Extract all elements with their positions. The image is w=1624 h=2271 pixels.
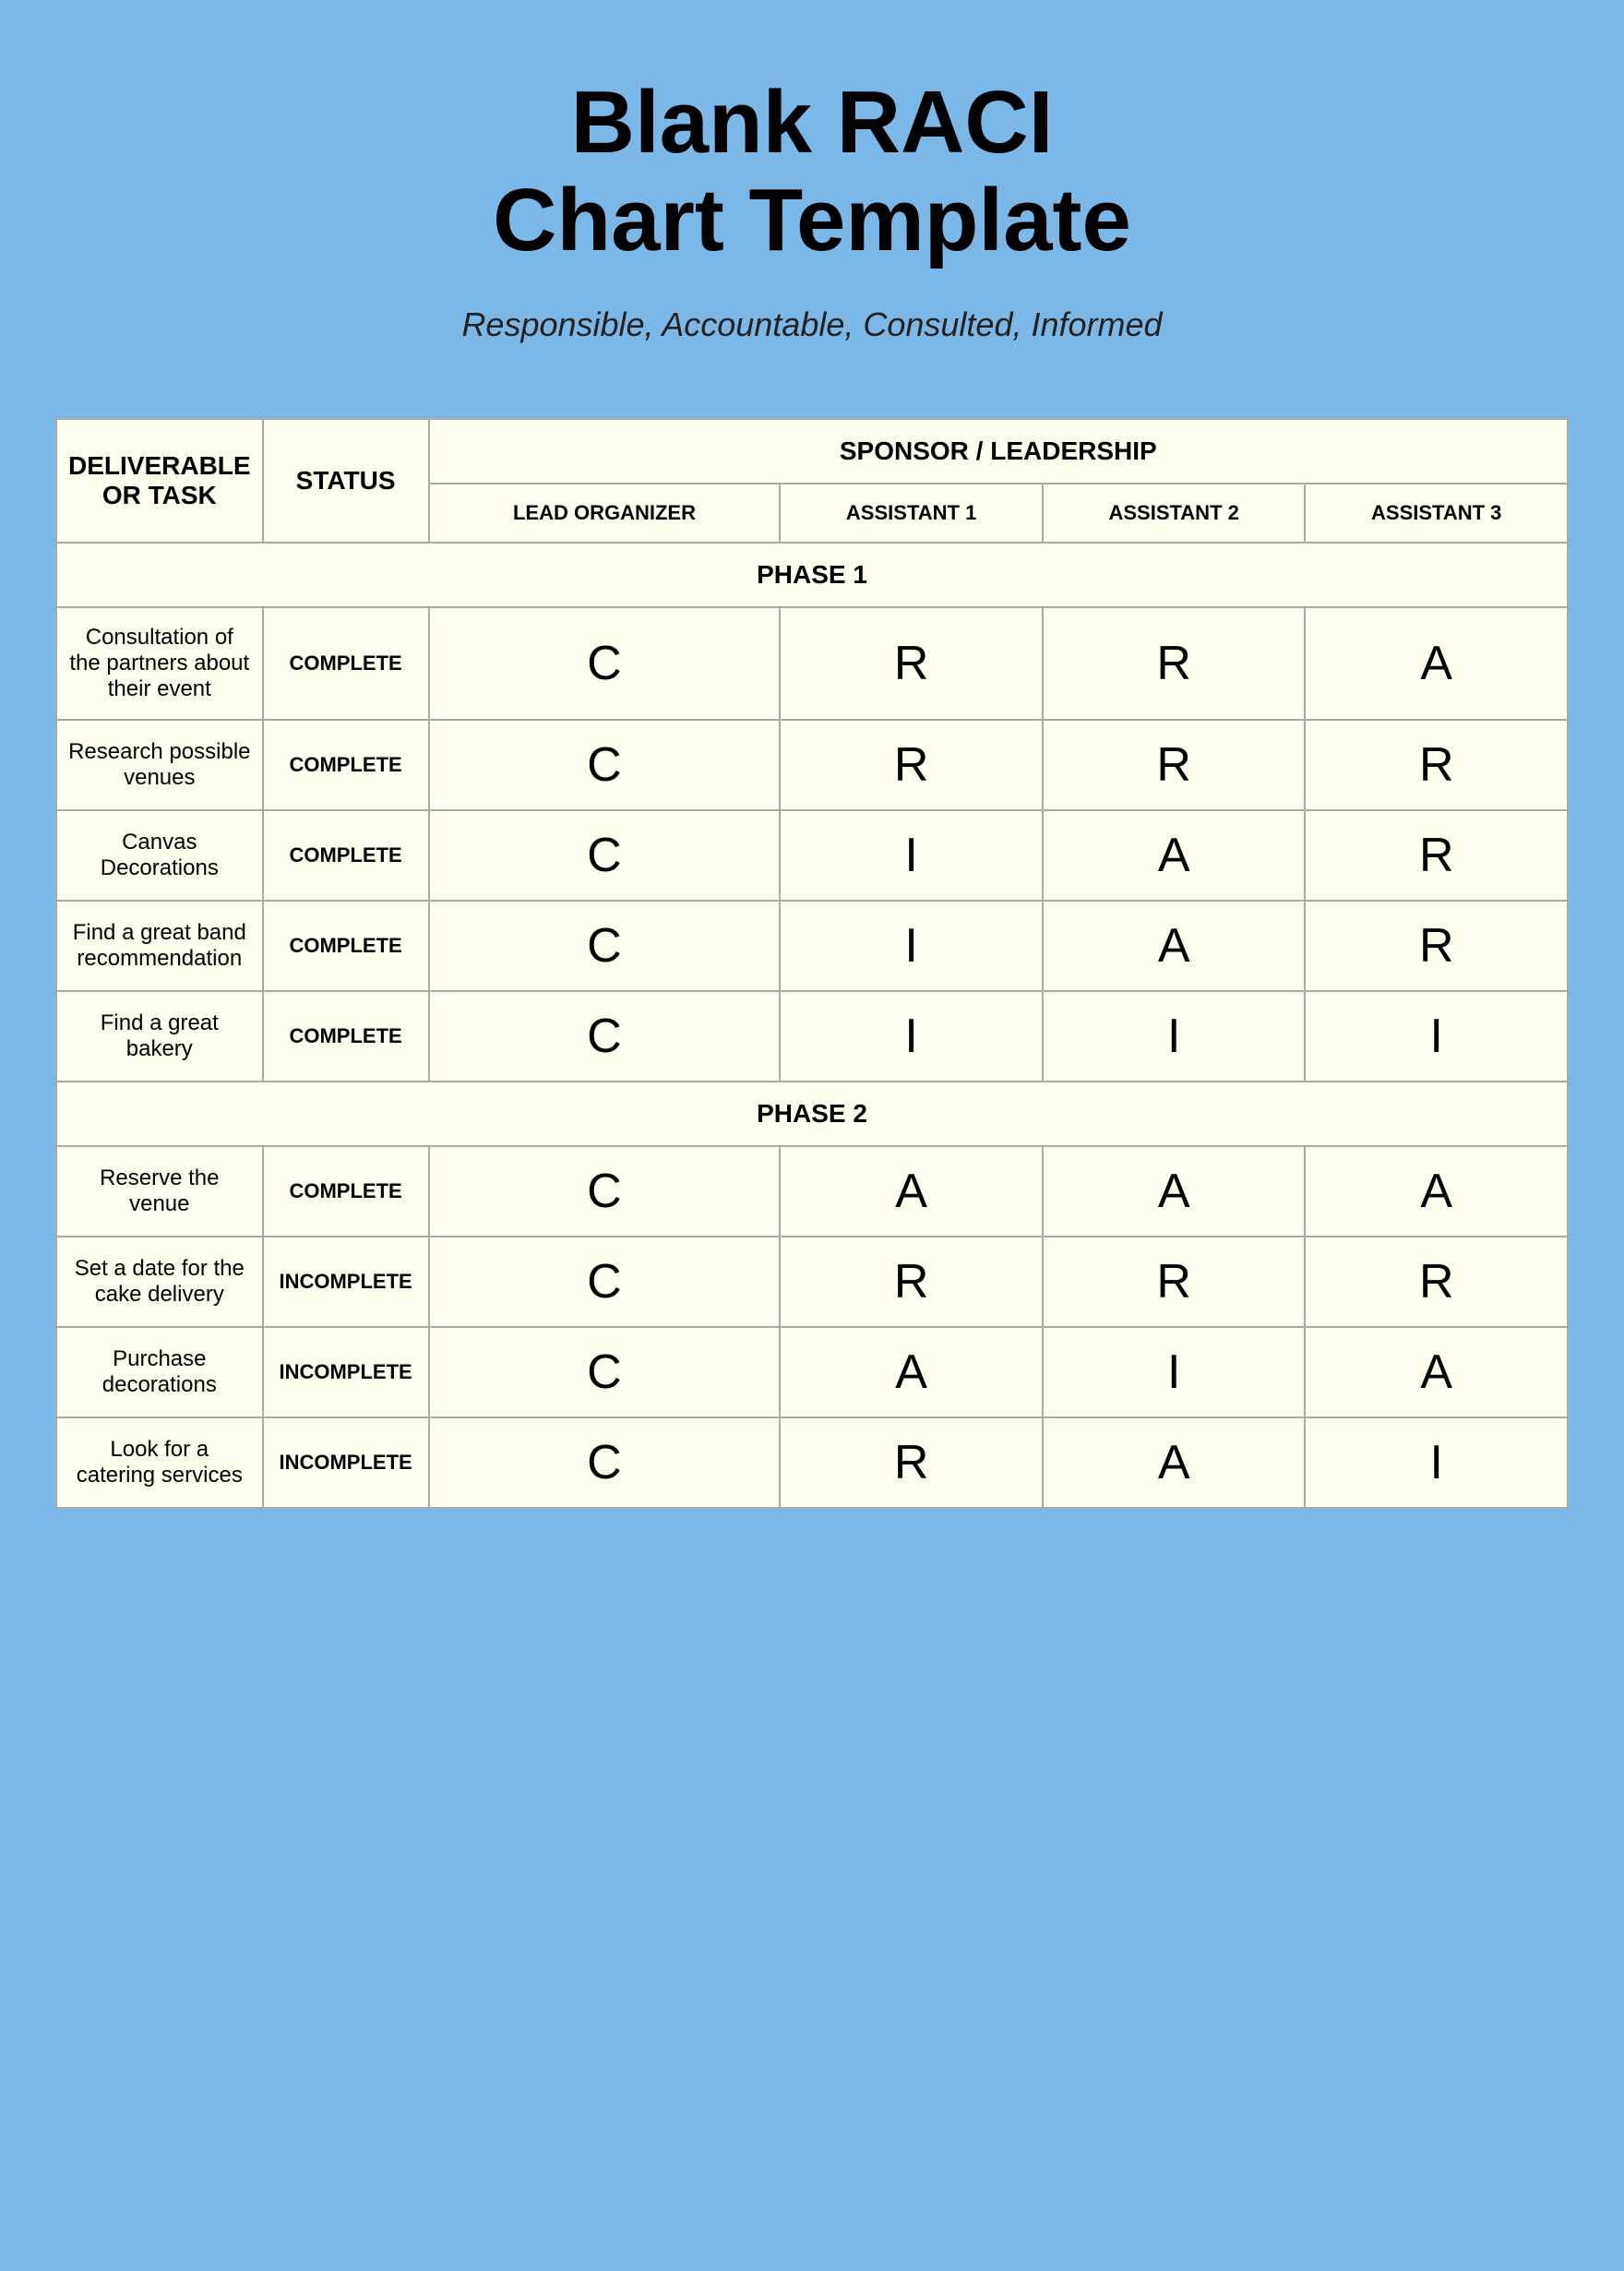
status-cell: COMPLETE [263,901,429,991]
task-name: Purchase decorations [56,1327,263,1417]
phase-label: PHASE 2 [56,1082,1568,1146]
assistant1-cell: I [780,810,1043,901]
assistant2-cell: R [1043,1237,1306,1327]
assistant3-cell: A [1305,607,1568,720]
assistant3-cell: A [1305,1327,1568,1417]
assistant1-cell: R [780,1417,1043,1508]
phase-row: PHASE 1 [56,543,1568,607]
lead-organizer-cell: C [429,720,781,810]
table-row: Purchase decorationsINCOMPLETECAIA [56,1327,1568,1417]
phase-row: PHASE 2 [56,1082,1568,1146]
assistant1-cell: A [780,1146,1043,1237]
lead-organizer-cell: C [429,1417,781,1508]
subtitle: Responsible, Accountable, Consulted, Inf… [461,305,1162,344]
table-row: Consultation of the partners about their… [56,607,1568,720]
table-row: Canvas DecorationsCOMPLETECIAR [56,810,1568,901]
assistant1-cell: I [780,991,1043,1082]
status-cell: INCOMPLETE [263,1417,429,1508]
status-cell: COMPLETE [263,991,429,1082]
assistant3-cell: R [1305,1237,1568,1327]
phase-label: PHASE 1 [56,543,1568,607]
task-name: Consultation of the partners about their… [56,607,263,720]
assistant3-cell: R [1305,720,1568,810]
lead-organizer-cell: C [429,1146,781,1237]
status-cell: INCOMPLETE [263,1327,429,1417]
assistant2-cell: A [1043,810,1306,901]
assistant2-cell: R [1043,720,1306,810]
assistant2-cell: I [1043,991,1306,1082]
col-status-header: STATUS [263,419,429,543]
table-row: Set a date for the cake deliveryINCOMPLE… [56,1237,1568,1327]
table-row: Look for a catering servicesINCOMPLETECR… [56,1417,1568,1508]
assistant3-header: ASSISTANT 3 [1305,484,1568,543]
task-name: Canvas Decorations [56,810,263,901]
assistant3-cell: R [1305,901,1568,991]
lead-organizer-cell: C [429,991,781,1082]
lead-organizer-header: LEAD ORGANIZER [429,484,781,543]
col-sponsor-header: SPONSOR / LEADERSHIP [429,419,1568,484]
raci-table: DELIVERABLE OR TASK STATUS SPONSOR / LEA… [55,418,1569,1509]
assistant1-cell: R [780,720,1043,810]
assistant2-cell: A [1043,1146,1306,1237]
table-row: Research possible venuesCOMPLETECRRR [56,720,1568,810]
assistant3-cell: I [1305,991,1568,1082]
assistant1-header: ASSISTANT 1 [780,484,1043,543]
assistant3-cell: I [1305,1417,1568,1508]
header-row-1: DELIVERABLE OR TASK STATUS SPONSOR / LEA… [56,419,1568,484]
task-name: Research possible venues [56,720,263,810]
assistant2-cell: A [1043,901,1306,991]
table-row: Find a great bakeryCOMPLETECIII [56,991,1568,1082]
lead-organizer-cell: C [429,607,781,720]
assistant3-cell: A [1305,1146,1568,1237]
table-row: Find a great band recommendationCOMPLETE… [56,901,1568,991]
lead-organizer-cell: C [429,1327,781,1417]
assistant2-cell: R [1043,607,1306,720]
table-row: Reserve the venueCOMPLETECAAA [56,1146,1568,1237]
lead-organizer-cell: C [429,1237,781,1327]
assistant1-cell: R [780,607,1043,720]
assistant2-header: ASSISTANT 2 [1043,484,1306,543]
assistant2-cell: A [1043,1417,1306,1508]
task-name: Reserve the venue [56,1146,263,1237]
status-cell: COMPLETE [263,720,429,810]
assistant2-cell: I [1043,1327,1306,1417]
status-cell: COMPLETE [263,810,429,901]
page-title: Blank RACI Chart Template [493,74,1131,269]
task-name: Set a date for the cake delivery [56,1237,263,1327]
status-cell: COMPLETE [263,1146,429,1237]
assistant1-cell: I [780,901,1043,991]
assistant3-cell: R [1305,810,1568,901]
lead-organizer-cell: C [429,901,781,991]
task-name: Find a great bakery [56,991,263,1082]
status-cell: INCOMPLETE [263,1237,429,1327]
task-name: Look for a catering services [56,1417,263,1508]
col-deliverable-header: DELIVERABLE OR TASK [56,419,263,543]
status-cell: COMPLETE [263,607,429,720]
assistant1-cell: R [780,1237,1043,1327]
task-name: Find a great band recommendation [56,901,263,991]
lead-organizer-cell: C [429,810,781,901]
assistant1-cell: A [780,1327,1043,1417]
